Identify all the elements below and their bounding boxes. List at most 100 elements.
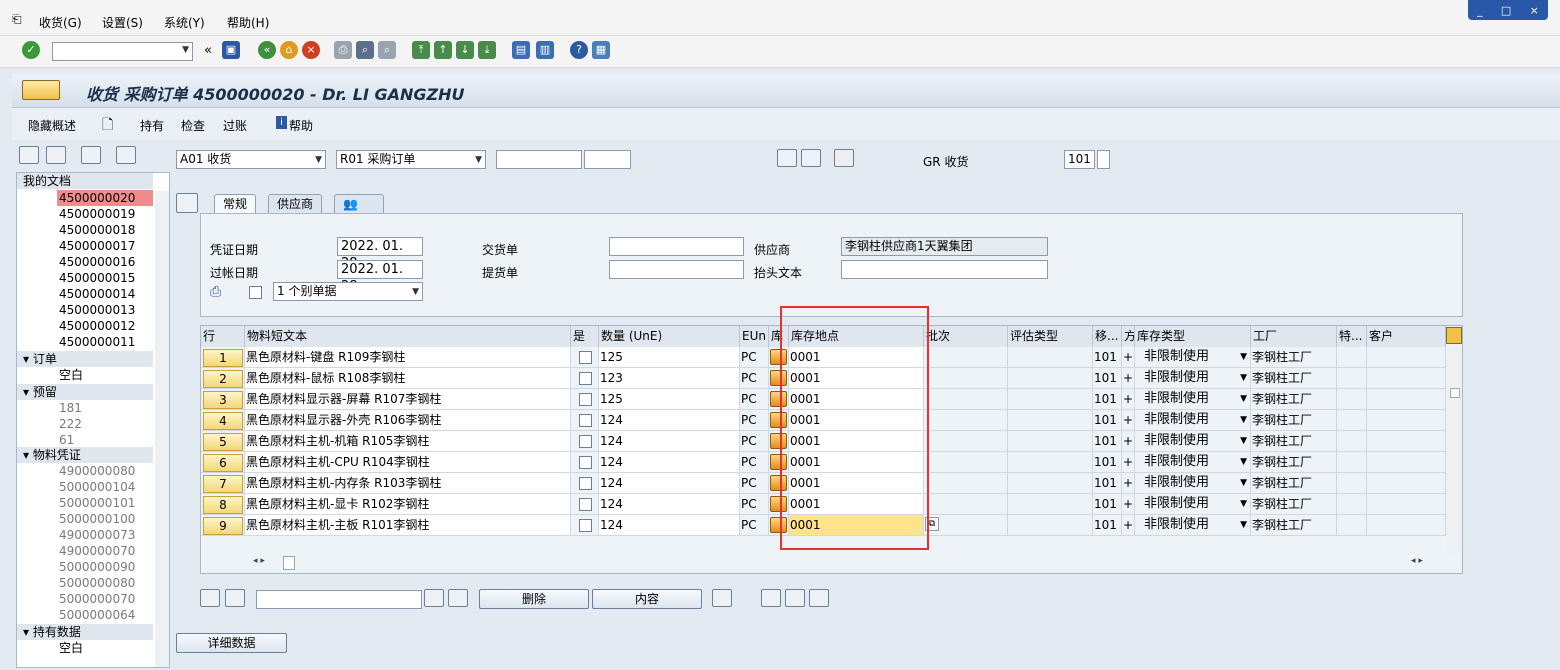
cell-batch[interactable]	[924, 452, 1008, 473]
doc-date-input[interactable]: 2022. 01. 28	[337, 237, 423, 271]
expand-all-icon[interactable]	[19, 146, 39, 164]
content-button[interactable]: 内容	[592, 589, 702, 609]
section-my-documents[interactable]: 我的文档	[17, 173, 153, 189]
command-field[interactable]	[52, 42, 193, 61]
menu-system[interactable]: 系统(Y)	[164, 14, 205, 31]
print-checkbox[interactable]	[249, 286, 262, 299]
last-page-icon[interactable]: ⤓	[478, 41, 496, 59]
material-doc-item[interactable]: 4900000080	[59, 463, 135, 479]
section-reservations[interactable]: ▾ 预留	[17, 384, 153, 400]
col-header-ok[interactable]: 是	[571, 326, 599, 347]
cell-stock-type[interactable]: 非限制使用 ▼	[1135, 452, 1251, 473]
post-date-input[interactable]: 2022. 01. 28	[337, 260, 423, 294]
stock-overview-icon[interactable]	[770, 391, 787, 407]
reference-item-input[interactable]	[584, 150, 631, 169]
cell-sloc[interactable]: 0001	[789, 473, 924, 494]
execute-icon[interactable]	[777, 149, 797, 167]
table-row[interactable]: 5 黑色原材料主机-机箱 R105李钢柱 124 PC 0001 101 + 非限制使用 ▼ 李钢…	[201, 431, 1446, 452]
cell-material-text[interactable]: 黑色原材料-鼠标 R108李钢柱	[245, 368, 571, 389]
detail-data-button[interactable]: 详细数据	[176, 633, 287, 653]
print-icon[interactable]: ⎙	[334, 41, 352, 59]
cell-qty[interactable]: 125	[599, 347, 740, 368]
previous-page-icon[interactable]: ↑	[434, 41, 452, 59]
col-header-text[interactable]: 物料短文本	[245, 326, 571, 347]
table-row[interactable]: 4 黑色原材料显示器-外壳 R106李钢柱 124 PC 0001 101 + 非限制使用 ▼ 李…	[201, 410, 1446, 431]
col-header-special[interactable]: 特...	[1337, 326, 1367, 347]
cell-val-type[interactable]	[1008, 347, 1093, 368]
doc-item[interactable]: 4500000020	[59, 190, 135, 206]
row-number-button[interactable]: 7	[203, 475, 243, 493]
header-toggle-icon[interactable]	[176, 193, 198, 213]
cell-qty[interactable]: 124	[599, 452, 740, 473]
col-header-mvt[interactable]: 移...	[1093, 326, 1122, 347]
material-doc-item[interactable]: 5000000064	[59, 607, 135, 623]
table-row[interactable]: 7 黑色原材料主机-内存条 R103李钢柱 124 PC 0001 101 + 非限制使用 ▼ 李…	[201, 473, 1446, 494]
sidebar-scrollbar[interactable]	[155, 191, 169, 667]
item-ok-checkbox[interactable]	[579, 456, 592, 469]
settings-icon[interactable]	[834, 149, 854, 167]
cell-material-text[interactable]: 黑色原材料主机-内存条 R103李钢柱	[245, 473, 571, 494]
check-button[interactable]: 检查	[181, 117, 205, 134]
material-doc-item[interactable]: 5000000104	[59, 479, 135, 495]
help-button[interactable]: 帮助	[289, 117, 313, 134]
row-number-button[interactable]: 4	[203, 412, 243, 430]
cell-qty[interactable]: 123	[599, 368, 740, 389]
doc-item[interactable]: 4500000016	[59, 254, 135, 270]
enter-check-icon[interactable]: ✓	[22, 41, 40, 59]
row-number-button[interactable]: 6	[203, 454, 243, 472]
menu-icon[interactable]: ⎗	[12, 12, 22, 27]
stock-overview-icon[interactable]	[770, 412, 787, 428]
reservation-item[interactable]: 181	[59, 400, 82, 416]
cell-sloc[interactable]: 0001	[789, 368, 924, 389]
cell-val-type[interactable]	[1008, 515, 1093, 536]
reservation-item[interactable]: 61	[59, 432, 74, 448]
collapse-icon[interactable]: «	[204, 43, 212, 58]
col-header-sloc[interactable]: 库存地点	[789, 326, 924, 347]
close-icon[interactable]: ×	[1530, 4, 1539, 17]
cell-val-type[interactable]	[1008, 494, 1093, 515]
movement-type-input[interactable]: 101	[1064, 150, 1095, 169]
cell-sloc[interactable]: 0001	[789, 431, 924, 452]
col-header-dir[interactable]: 方	[1122, 326, 1135, 347]
cell-qty[interactable]: 124	[599, 494, 740, 515]
exit-icon[interactable]: ⌂	[280, 41, 298, 59]
table-vscrollbar[interactable]	[1446, 347, 1462, 553]
overview-menu-icon[interactable]	[22, 80, 60, 100]
col-header-val-type[interactable]: 评估类型	[1008, 326, 1093, 347]
action-select[interactable]: A01 收货	[176, 150, 326, 169]
doc-item[interactable]: 4500000017	[59, 238, 135, 254]
search-icon[interactable]	[801, 149, 821, 167]
row-number-button[interactable]: 5	[203, 433, 243, 451]
row-number-button[interactable]: 3	[203, 391, 243, 409]
reservation-item[interactable]: 222	[59, 416, 82, 432]
tab-partner-icon[interactable]: 👥	[334, 194, 384, 214]
post-button[interactable]: 过账	[223, 117, 247, 134]
col-header-line[interactable]: 行	[201, 326, 245, 347]
copy-item-icon[interactable]	[809, 589, 829, 607]
help-icon[interactable]: ?	[570, 41, 588, 59]
cell-val-type[interactable]	[1008, 410, 1093, 431]
expand-icon[interactable]	[712, 589, 732, 607]
table-row[interactable]: 9 黑色原材料主机-主板 R101李钢柱 124 PC 0001 101 + 非限制使用 ▼ 李钢…	[201, 515, 1446, 536]
f4-help-icon[interactable]: ⧉	[925, 517, 939, 531]
cell-batch[interactable]	[924, 494, 1008, 515]
order-item[interactable]: 空白	[59, 367, 83, 383]
cell-val-type[interactable]	[1008, 389, 1093, 410]
slip-select[interactable]: 1 个别单据	[273, 282, 423, 301]
find-item-icon[interactable]	[424, 589, 444, 607]
cell-stock-type[interactable]: 非限制使用 ▼	[1135, 389, 1251, 410]
item-ok-checkbox[interactable]	[579, 519, 592, 532]
cell-batch[interactable]	[924, 473, 1008, 494]
stock-overview-icon[interactable]	[770, 370, 787, 386]
item-ok-checkbox[interactable]	[579, 414, 592, 427]
table-vscroll-thumb[interactable]	[1450, 388, 1460, 398]
save-icon[interactable]: ▣	[222, 41, 240, 59]
collapse-all-icon[interactable]	[46, 146, 66, 164]
cell-stock-type[interactable]: 非限制使用 ▼	[1135, 515, 1251, 536]
cell-qty[interactable]: 124	[599, 473, 740, 494]
add-item-icon[interactable]	[785, 589, 805, 607]
cell-material-text[interactable]: 黑色原材料显示器-外壳 R106李钢柱	[245, 410, 571, 431]
item-ok-checkbox[interactable]	[579, 477, 592, 490]
cell-stock-type[interactable]: 非限制使用 ▼	[1135, 347, 1251, 368]
cell-stock-type[interactable]: 非限制使用 ▼	[1135, 431, 1251, 452]
